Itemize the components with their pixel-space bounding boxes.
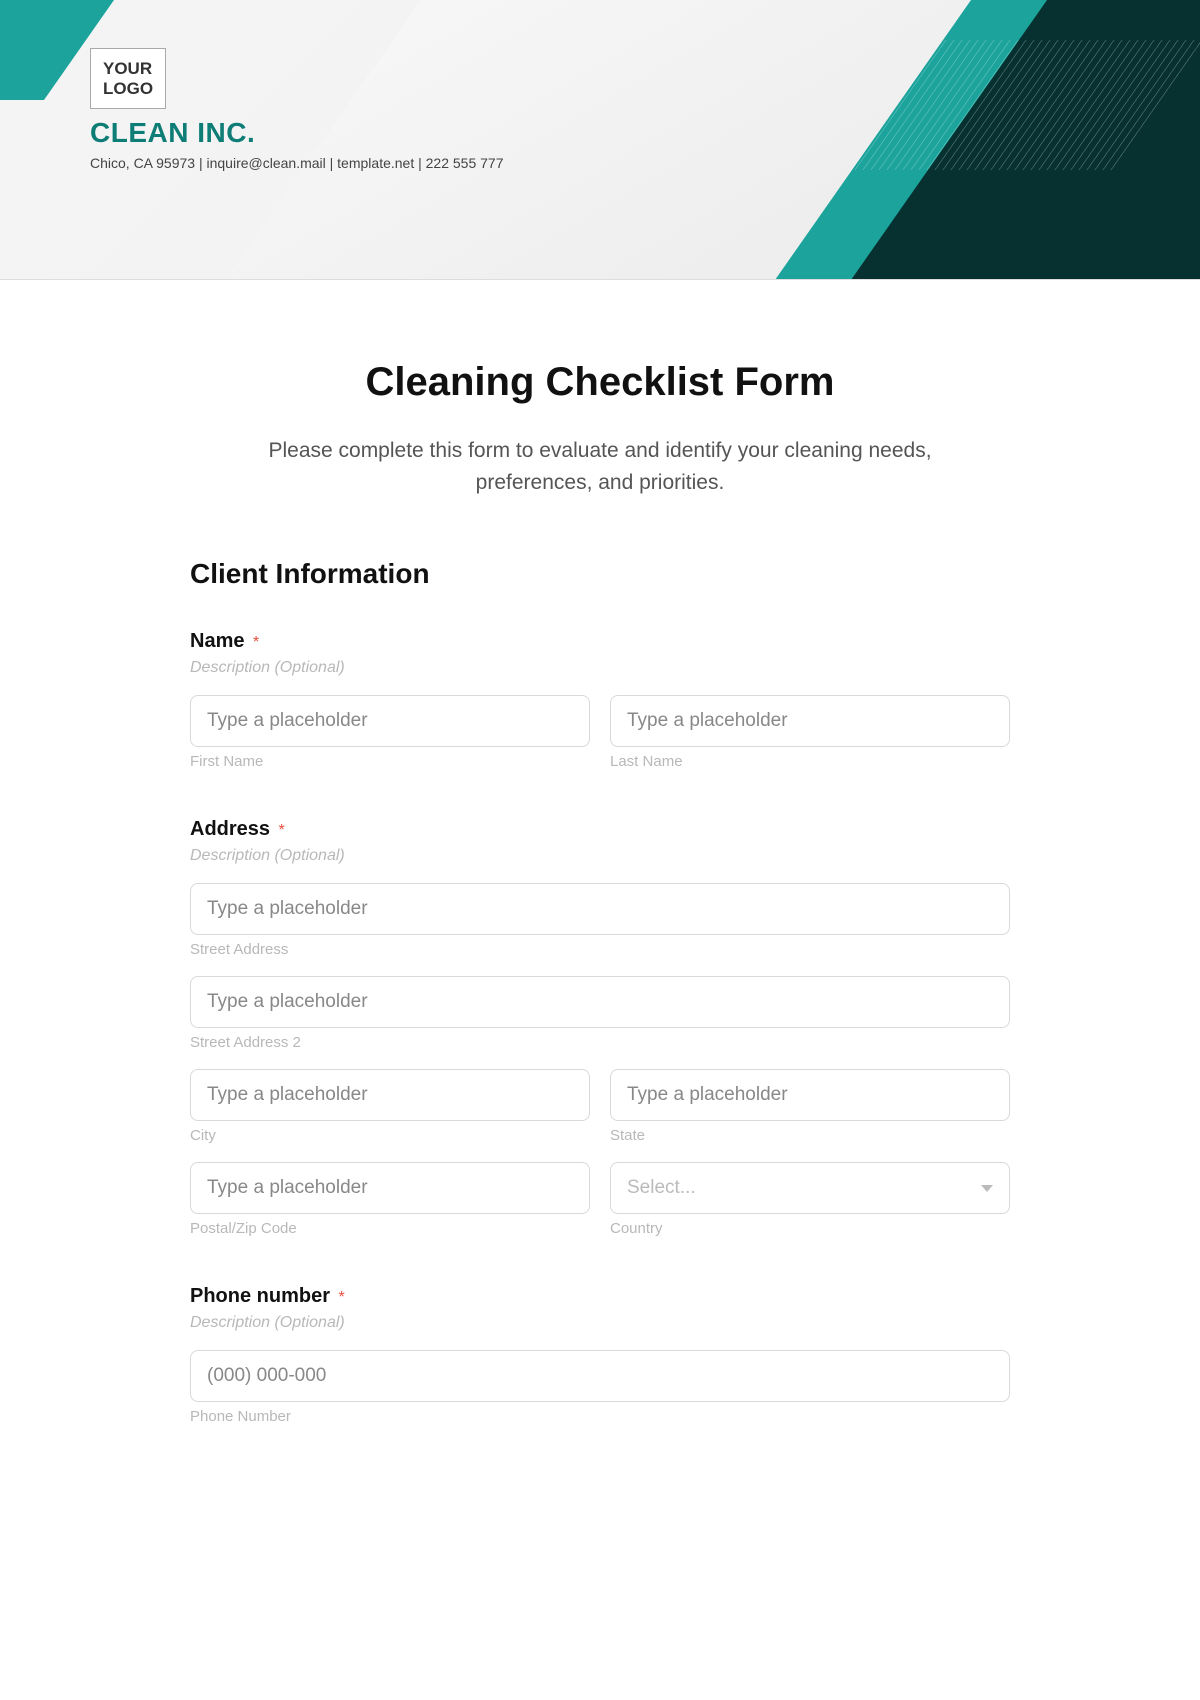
logo-line1: YOUR (103, 59, 152, 78)
section-client-info: Client Information (190, 558, 1010, 590)
brand-block: YOUR LOGO CLEAN INC. Chico, CA 95973 | i… (90, 48, 504, 171)
last-name-input[interactable] (610, 695, 1010, 747)
postal-input[interactable] (190, 1162, 590, 1214)
field-group-phone: Phone number * Description (Optional) Ph… (190, 1285, 1010, 1425)
name-description: Description (Optional) (190, 659, 1010, 677)
city-input[interactable] (190, 1069, 590, 1121)
street-address-sublabel: Street Address (190, 941, 1010, 958)
state-sublabel: State (610, 1127, 1010, 1144)
name-label: Name (190, 630, 244, 653)
street-address-input[interactable] (190, 883, 1010, 935)
logo-placeholder: YOUR LOGO (90, 48, 166, 109)
required-star-icon: * (253, 634, 259, 651)
street-address2-sublabel: Street Address 2 (190, 1034, 1010, 1051)
address-description: Description (Optional) (190, 847, 1010, 865)
first-name-input[interactable] (190, 695, 590, 747)
field-group-name: Name * Description (Optional) First Name… (190, 630, 1010, 770)
state-input[interactable] (610, 1069, 1010, 1121)
company-contact: Chico, CA 95973 | inquire@clean.mail | t… (90, 155, 504, 171)
logo-line2: LOGO (103, 79, 153, 98)
field-group-address: Address * Description (Optional) Street … (190, 818, 1010, 1237)
form-content: Cleaning Checklist Form Please complete … (130, 280, 1070, 1513)
country-select-placeholder: Select... (627, 1177, 696, 1199)
company-name: CLEAN INC. (90, 117, 504, 149)
country-sublabel: Country (610, 1220, 1010, 1237)
last-name-sublabel: Last Name (610, 753, 1010, 770)
phone-description: Description (Optional) (190, 1314, 1010, 1332)
city-sublabel: City (190, 1127, 590, 1144)
address-label: Address (190, 818, 270, 841)
form-title: Cleaning Checklist Form (190, 360, 1010, 405)
postal-sublabel: Postal/Zip Code (190, 1220, 590, 1237)
phone-label: Phone number (190, 1285, 330, 1308)
header-banner: YOUR LOGO CLEAN INC. Chico, CA 95973 | i… (0, 0, 1200, 280)
country-select[interactable]: Select... (610, 1162, 1010, 1214)
street-address2-input[interactable] (190, 976, 1010, 1028)
chevron-down-icon (981, 1185, 993, 1192)
phone-sublabel: Phone Number (190, 1408, 1010, 1425)
first-name-sublabel: First Name (190, 753, 590, 770)
required-star-icon: * (338, 1289, 344, 1306)
phone-input[interactable] (190, 1350, 1010, 1402)
required-star-icon: * (278, 822, 284, 839)
form-intro: Please complete this form to evaluate an… (190, 435, 1010, 498)
